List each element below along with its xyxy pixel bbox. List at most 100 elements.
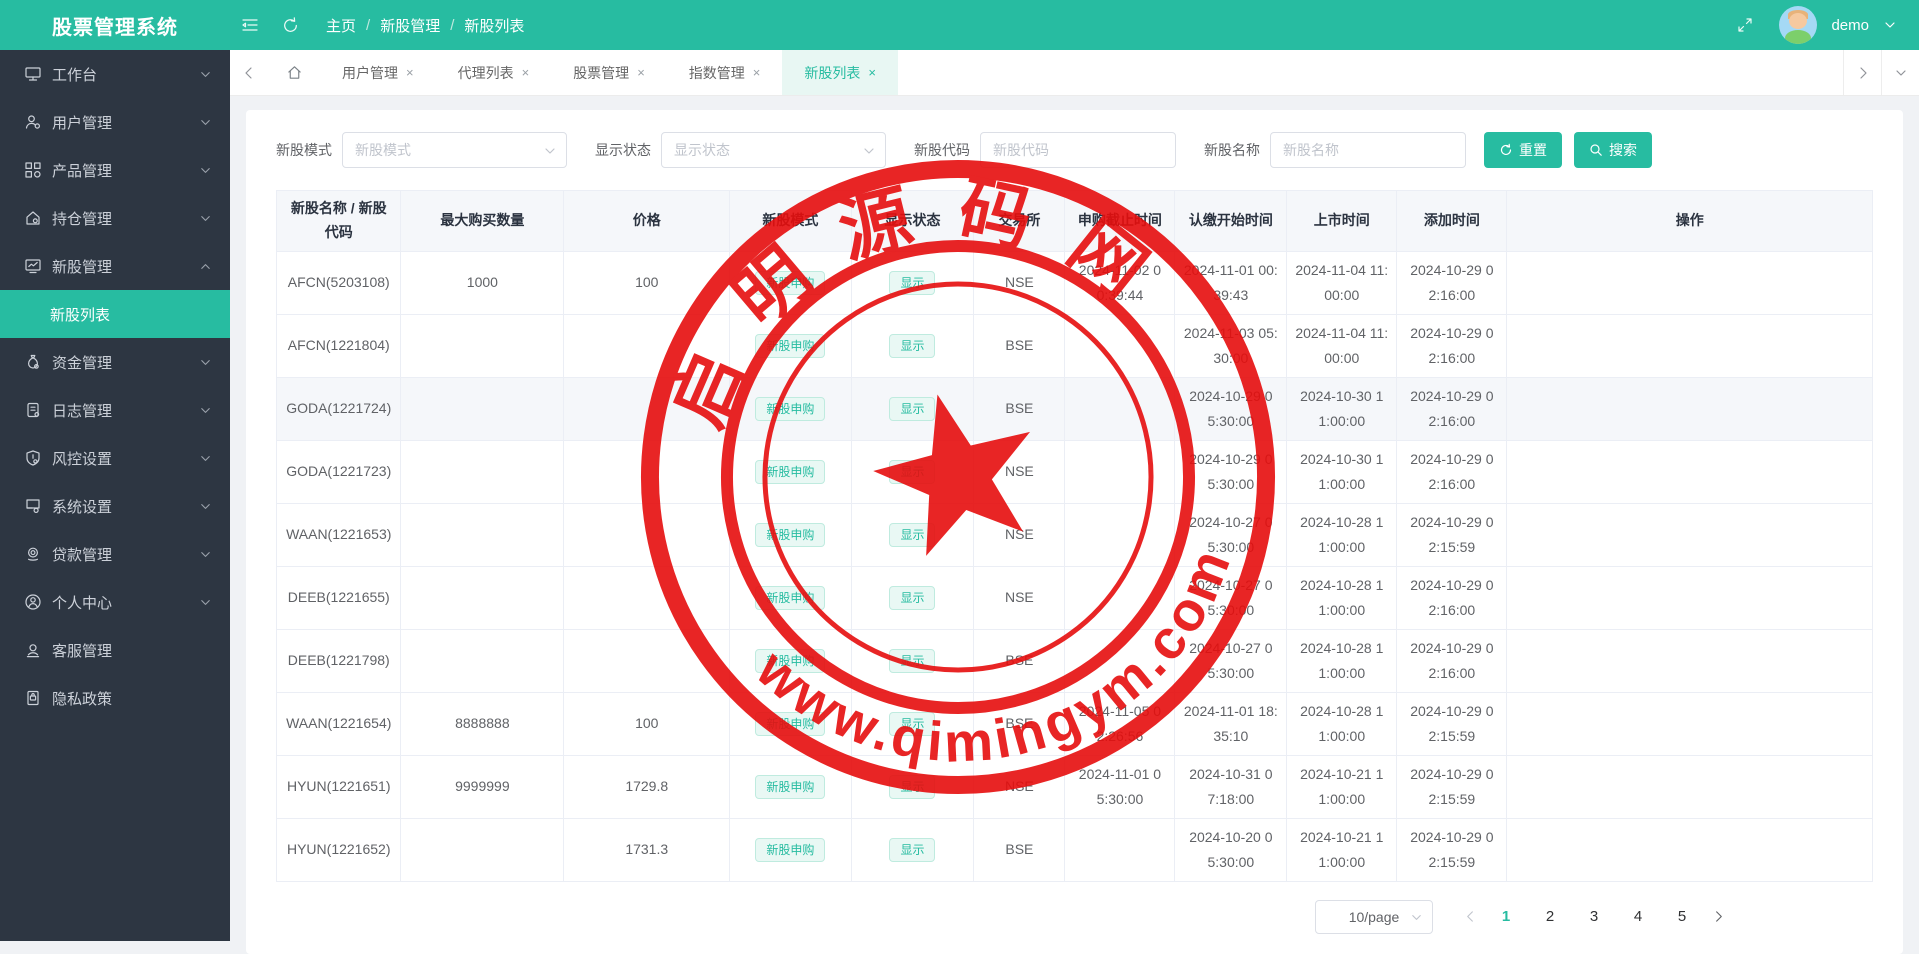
show-badge[interactable]: 显示 [889,397,935,421]
mode-badge[interactable]: 新股申购 [755,586,825,610]
tab-close-icon[interactable]: × [637,65,645,80]
tabs-menu-chevron-icon[interactable] [1881,50,1919,95]
mode-badge[interactable]: 新股申购 [755,838,825,862]
tab-0[interactable]: 用户管理× [320,50,436,95]
tab-1[interactable]: 代理列表× [436,50,552,95]
page-number-3[interactable]: 3 [1579,902,1609,932]
show-badge[interactable]: 显示 [889,712,935,736]
user-dropdown-chevron[interactable] [1883,18,1897,32]
refresh-icon[interactable] [270,0,310,50]
show-badge[interactable]: 显示 [889,271,935,295]
show-badge[interactable]: 显示 [889,649,935,673]
tab-3[interactable]: 指数管理 × [667,50,783,95]
tab-label: 指数管理 [689,63,745,83]
sidebar-item-4[interactable]: 新股管理 [0,242,230,290]
tabs-scroll-right-icon[interactable] [1843,50,1881,95]
sidebar-item-3[interactable]: 持仓管理 [0,194,230,242]
chart-monitor-icon [24,257,42,275]
subscribe-start-cell: 2024-10-31 07:18:00 [1175,755,1287,818]
next-page-icon[interactable] [1703,902,1733,932]
mode-badge[interactable]: 新股申购 [755,271,825,295]
sidebar-item-label: 日志管理 [52,400,112,421]
chevron-down-icon [199,212,212,225]
page-number-5[interactable]: 5 [1667,902,1697,932]
headset-icon [24,641,42,659]
sidebar-item-2[interactable]: 产品管理 [0,146,230,194]
max-qty-cell [401,503,564,566]
column-header: 价格 [564,191,730,252]
sidebar-item-7[interactable]: 风控设置 [0,434,230,482]
show-badge[interactable]: 显示 [889,523,935,547]
prev-page-icon[interactable] [1455,902,1485,932]
tab-home[interactable] [268,50,320,95]
sidebar-subitem-active[interactable]: 新股列表 [0,290,230,338]
name-input[interactable] [1270,132,1466,168]
sidebar-item-6[interactable]: 日志管理 [0,386,230,434]
market-cell: BSE [974,377,1065,440]
max-qty-cell [401,314,564,377]
market-cell: NSE [974,503,1065,566]
sidebar-item-8[interactable]: 系统设置 [0,482,230,530]
sidebar-item-5[interactable]: 资金管理 [0,338,230,386]
mode-badge[interactable]: 新股申购 [755,397,825,421]
code-filter-label: 新股代码 [914,140,970,160]
tab-4-active[interactable]: 新股列表× [782,50,898,95]
page-number-4[interactable]: 4 [1623,902,1653,932]
chevron-down-icon [199,164,212,177]
tab-close-icon[interactable]: × [522,65,530,80]
mode-badge-cell: 新股申购 [730,251,851,314]
show-badge[interactable]: 显示 [889,586,935,610]
mode-select[interactable]: 新股模式 [342,132,567,168]
code-input[interactable] [980,132,1176,168]
tab-2[interactable]: 股票管理× [551,50,667,95]
mode-badge[interactable]: 新股申购 [755,712,825,736]
sidebar-item-0[interactable]: 工作台 [0,50,230,98]
collapse-menu-icon[interactable] [230,0,270,50]
page-size-select[interactable]: 10/page [1315,900,1433,934]
sidebar-item-1[interactable]: 用户管理 [0,98,230,146]
column-header: 显示状态 [851,191,974,252]
market-cell: NSE [974,251,1065,314]
sidebar-item-12[interactable]: 隐私政策 [0,674,230,722]
grid-icon [24,161,42,179]
action-cell [1507,314,1873,377]
mode-filter-label: 新股模式 [276,140,332,160]
deadline-cell [1065,314,1175,377]
fullscreen-icon[interactable] [1725,0,1765,50]
tab-close-icon[interactable]: × [406,65,414,80]
show-badge-cell: 显示 [851,503,974,566]
tab-close-icon[interactable]: × [868,65,876,80]
max-qty-cell [401,377,564,440]
sidebar-item-9[interactable]: 贷款管理 [0,530,230,578]
show-badge-cell: 显示 [851,377,974,440]
sidebar-item-11[interactable]: 客服管理 [0,626,230,674]
market-cell: BSE [974,692,1065,755]
show-badge[interactable]: 显示 [889,334,935,358]
stock-name-cell: GODA(1221724) [277,377,401,440]
show-badge[interactable]: 显示 [889,838,935,862]
column-header: 操作 [1507,191,1873,252]
sidebar-item-10[interactable]: 个人中心 [0,578,230,626]
search-button[interactable]: 搜索 [1574,132,1652,168]
user-name[interactable]: demo [1831,17,1869,34]
breadcrumb-home[interactable]: 主页 [326,15,356,36]
tabs-scroll-left-icon[interactable] [230,50,268,95]
avatar[interactable] [1779,6,1817,44]
mode-badge[interactable]: 新股申购 [755,523,825,547]
show-badge[interactable]: 显示 [889,460,935,484]
show-badge[interactable]: 显示 [889,775,935,799]
sidebar-item-label: 工作台 [52,64,97,85]
mode-badge[interactable]: 新股申购 [755,649,825,673]
mode-badge[interactable]: 新股申购 [755,334,825,358]
reset-button[interactable]: 重置 [1484,132,1562,168]
price-cell: 100 [564,692,730,755]
price-cell [564,566,730,629]
status-select[interactable]: 显示状态 [661,132,886,168]
mode-badge[interactable]: 新股申购 [755,775,825,799]
tab-close-icon[interactable]: × [753,65,761,80]
page-number-2[interactable]: 2 [1535,902,1565,932]
page-number-1[interactable]: 1 [1491,902,1521,932]
mode-badge[interactable]: 新股申购 [755,460,825,484]
subscribe-start-cell: 2024-10-27 05:30:00 [1175,629,1287,692]
breadcrumb-section[interactable]: 新股管理 [380,15,440,36]
